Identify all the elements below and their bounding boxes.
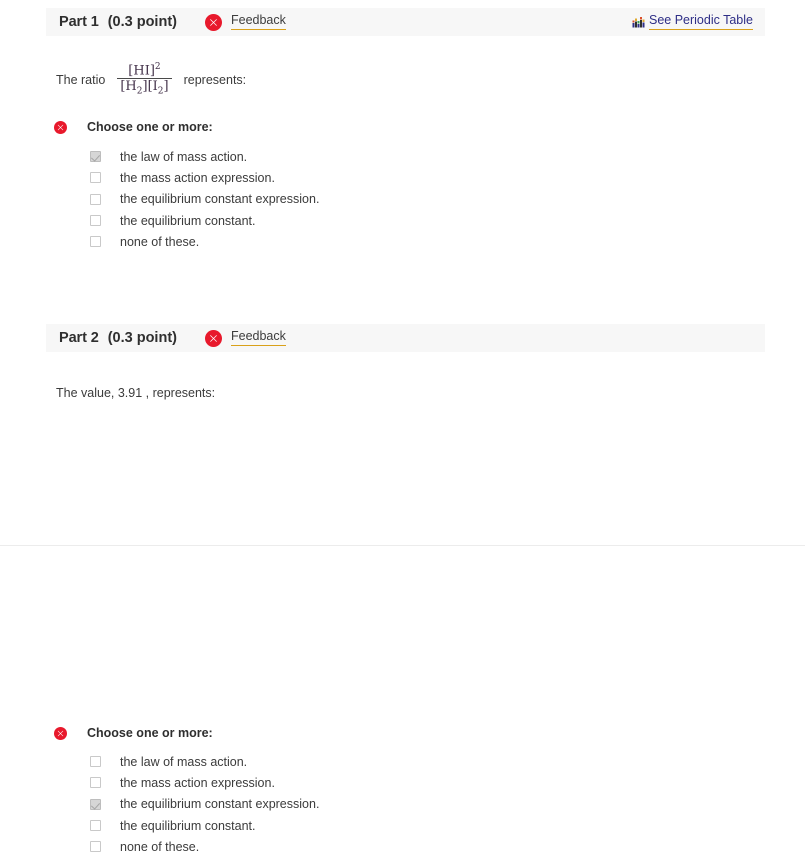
checkbox-option-4[interactable]	[90, 215, 101, 227]
option-label: the equilibrium constant expression.	[120, 797, 320, 812]
part-2-choose-prompt: Choose one or more:	[87, 726, 213, 740]
part-1-question-prefix: The ratio	[56, 73, 106, 88]
checkbox-option-3[interactable]	[90, 798, 101, 810]
part-1-header: Part 1 (0.3 point) Feedback See Periodic…	[46, 8, 765, 36]
list-item[interactable]: the mass action expression.	[90, 772, 319, 793]
option-label: the mass action expression.	[120, 775, 275, 790]
list-item[interactable]: the mass action expression.	[90, 167, 319, 188]
list-item[interactable]: none of these.	[90, 836, 319, 857]
checkbox-option-2[interactable]	[90, 777, 101, 789]
formula-numerator: [HI]2	[125, 63, 163, 78]
part-1-choose-prompt: Choose one or more:	[87, 120, 213, 134]
option-label: none of these.	[120, 839, 200, 854]
error-circle-x-icon	[54, 120, 67, 134]
checkbox-option-1[interactable]	[90, 756, 101, 768]
option-label: the mass action expression.	[120, 170, 275, 185]
error-circle-x-icon	[204, 329, 222, 347]
equilibrium-ratio-formula: [HI]2 [H2][I2]	[117, 63, 172, 97]
see-periodic-table-label[interactable]: See Periodic Table	[648, 13, 753, 30]
checkbox-option-4[interactable]	[90, 820, 101, 832]
checkbox-option-2[interactable]	[90, 172, 101, 184]
part-2-block: Part 2 (0.3 point) Feedback The value, 3…	[46, 324, 765, 854]
option-label: the equilibrium constant expression.	[120, 192, 320, 207]
list-item[interactable]: the equilibrium constant.	[90, 815, 319, 836]
part-1-feedback-link[interactable]: Feedback	[230, 13, 286, 30]
part-2-feedback-link[interactable]: Feedback	[230, 329, 286, 346]
checkbox-option-1[interactable]	[90, 151, 101, 163]
option-label: the equilibrium constant.	[120, 213, 256, 228]
page-bottom-divider	[0, 545, 805, 546]
part-1-points: (0.3 point)	[107, 14, 177, 30]
part-2-title: Part 2	[59, 330, 99, 346]
formula-denom-b: [I	[147, 79, 158, 95]
formula-denom-b-close: ]	[163, 79, 169, 95]
list-item[interactable]: the law of mass action.	[90, 751, 319, 772]
error-circle-x-icon	[204, 13, 222, 31]
formula-denom-a: [H	[120, 79, 137, 95]
option-label: the law of mass action.	[120, 754, 248, 769]
see-periodic-table-link[interactable]: See Periodic Table	[632, 13, 753, 30]
part-1-title: Part 1	[59, 14, 99, 30]
option-label: the law of mass action.	[120, 149, 248, 164]
part-1-question: The ratio [HI]2 [H2][I2] represents:	[56, 63, 247, 98]
part-2-options-list: the law of mass action. the mass action …	[90, 751, 319, 857]
list-item[interactable]: the equilibrium constant expression.	[90, 189, 319, 210]
periodic-table-icon	[632, 17, 645, 28]
part-2-question-text: The value, 3.91 , represents:	[56, 386, 216, 400]
part-1-block: Part 1 (0.3 point) Feedback See Periodic…	[46, 8, 765, 249]
option-label: the equilibrium constant.	[120, 818, 256, 833]
part-1-options-list: the law of mass action. the mass action …	[90, 146, 319, 252]
list-item[interactable]: the law of mass action.	[90, 146, 319, 167]
list-item[interactable]: none of these.	[90, 231, 319, 252]
part-2-choose-row: Choose one or more:	[54, 726, 213, 740]
part-2-points: (0.3 point)	[107, 330, 177, 346]
checkbox-option-5[interactable]	[90, 236, 101, 248]
formula-denominator: [H2][I2]	[117, 79, 171, 97]
quiz-page: Part 1 (0.3 point) Feedback See Periodic…	[0, 0, 805, 854]
list-item[interactable]: the equilibrium constant expression.	[90, 794, 319, 815]
part-1-question-suffix: represents:	[183, 73, 247, 88]
option-label: none of these.	[120, 234, 200, 249]
formula-numerator-exponent: 2	[154, 62, 161, 72]
formula-numerator-text: [HI]	[128, 63, 155, 79]
part-2-header: Part 2 (0.3 point) Feedback	[46, 324, 765, 352]
part-1-choose-row: Choose one or more:	[54, 120, 213, 134]
checkbox-option-3[interactable]	[90, 193, 101, 205]
part-2-question: The value, 3.91 , represents:	[56, 386, 215, 401]
checkbox-option-5[interactable]	[90, 841, 101, 853]
error-circle-x-icon	[54, 726, 67, 740]
list-item[interactable]: the equilibrium constant.	[90, 210, 319, 231]
